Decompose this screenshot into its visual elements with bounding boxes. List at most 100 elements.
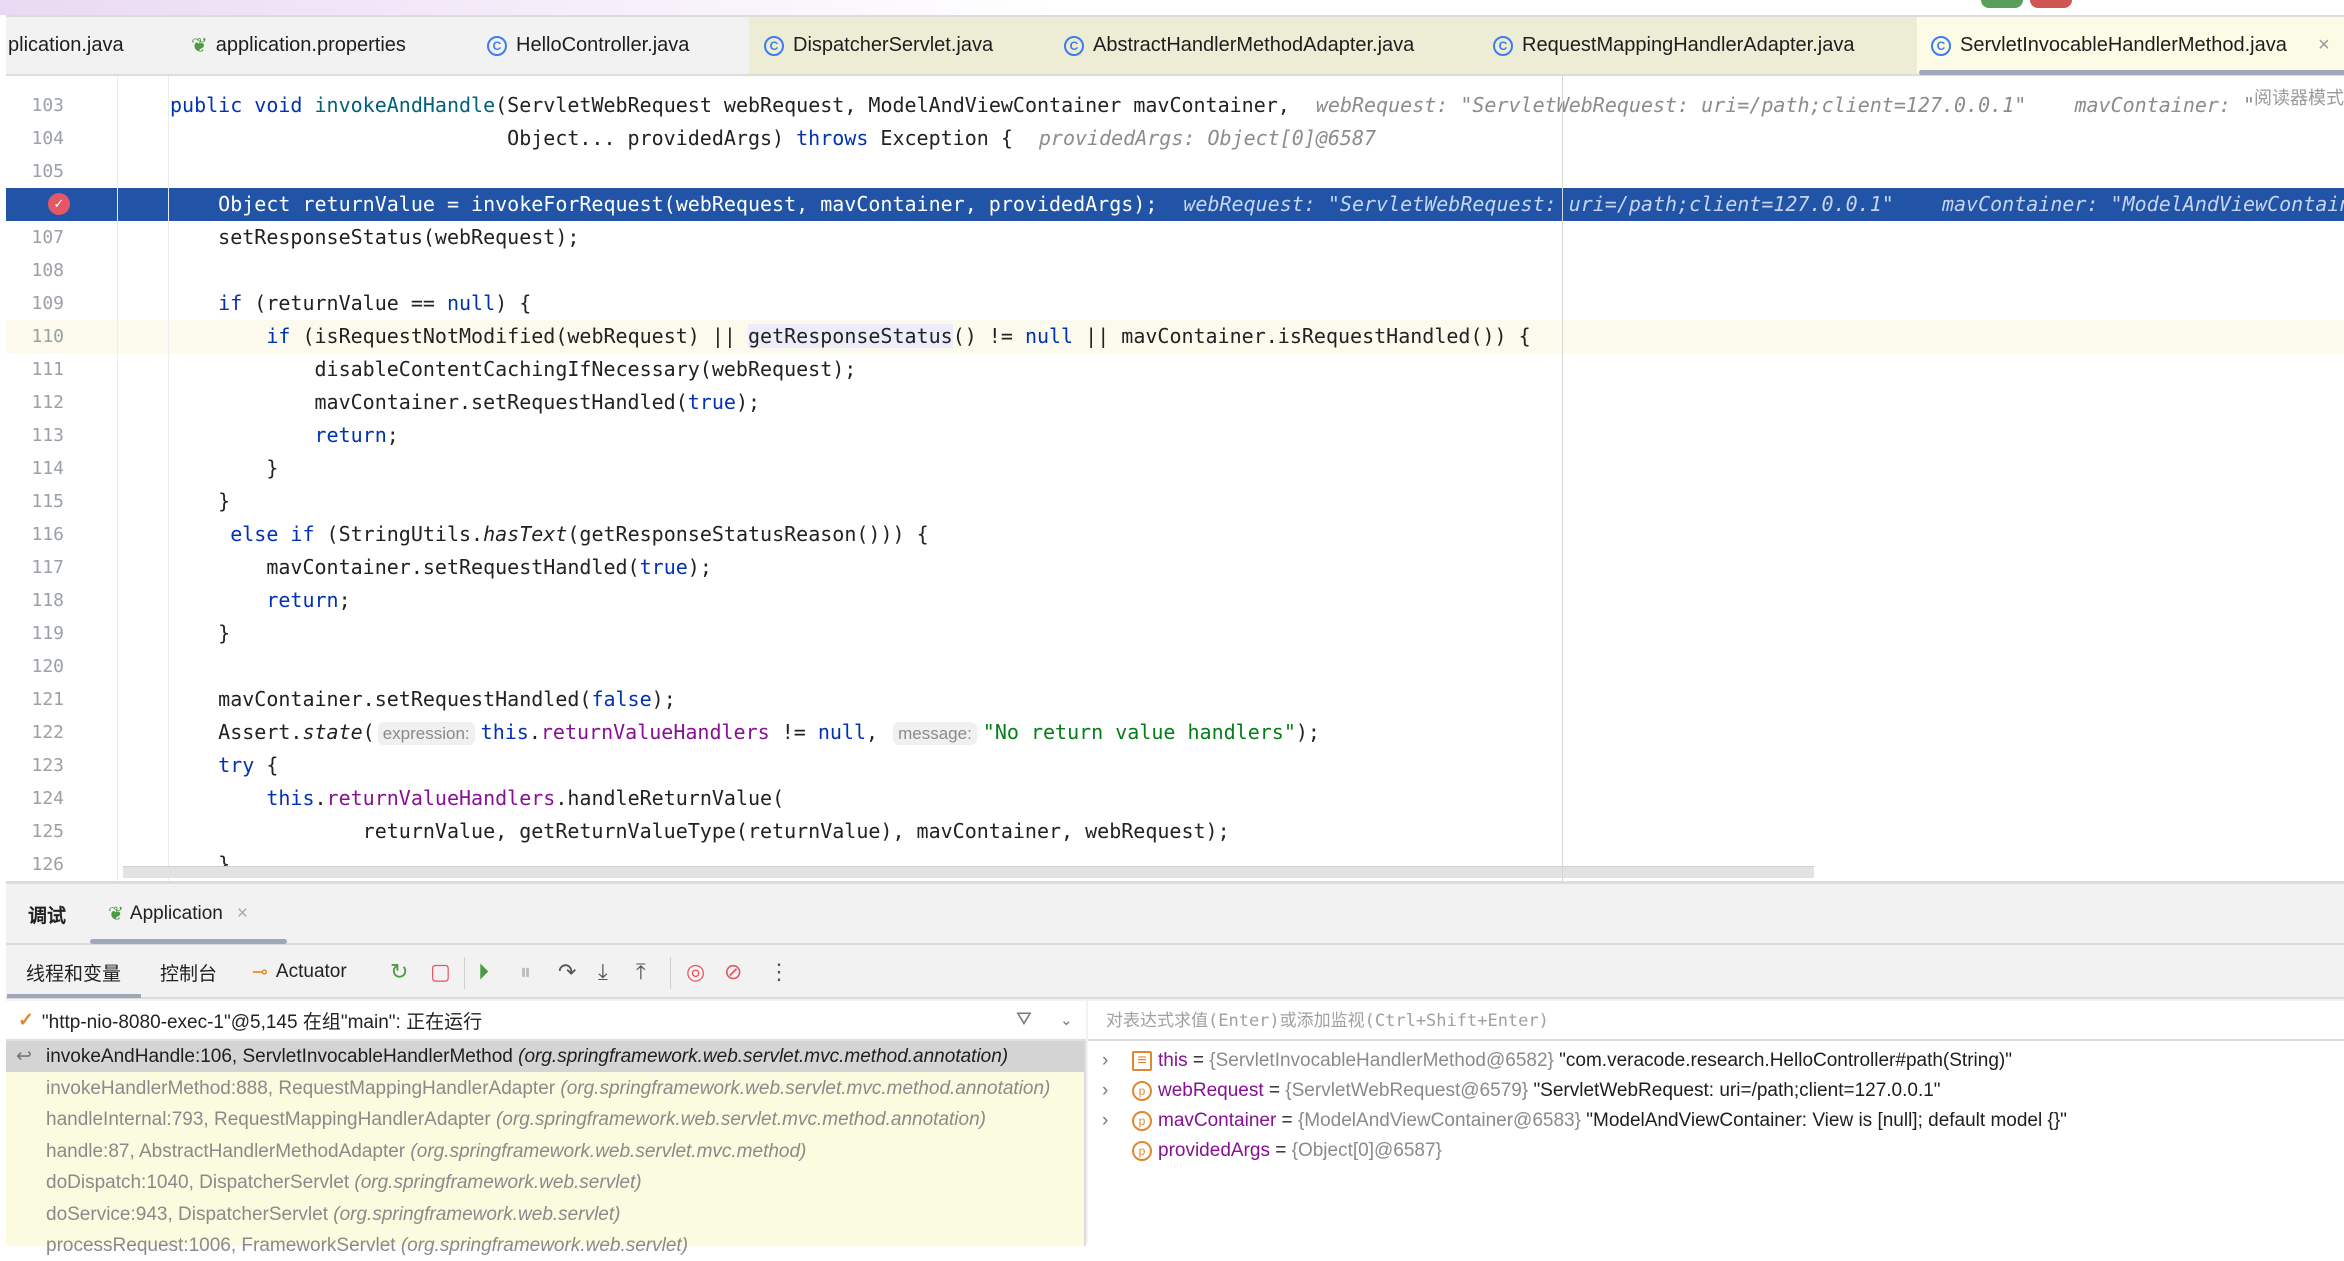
code-token: disableContentCachingIfNecessary(webRequ…	[170, 357, 857, 381]
line-number[interactable]: 120	[6, 650, 64, 683]
chevron-right-icon[interactable]: ›	[1102, 1076, 1108, 1106]
line-number[interactable]: 104	[6, 122, 64, 155]
tab-dispatcher-servlet[interactable]: C DispatcherServlet.java	[764, 17, 993, 74]
line-number[interactable]: 114	[6, 452, 64, 485]
step-into-icon[interactable]: ⤓	[598, 959, 608, 985]
code-line: 117 mavContainer.setRequestHandled(true)…	[6, 551, 2344, 584]
code-token: (getResponseStatusReason())) {	[567, 522, 929, 546]
tab-application-java[interactable]: plication.java	[8, 17, 124, 74]
stop-button[interactable]	[2030, 0, 2072, 8]
line-number[interactable]: 118	[6, 584, 64, 617]
stack-frame[interactable]: handle:87, AbstractHandlerMethodAdapter …	[6, 1136, 1084, 1167]
close-icon[interactable]: ×	[237, 903, 248, 925]
rerun-icon[interactable]: ↻	[390, 959, 408, 985]
line-number[interactable]: 112	[6, 386, 64, 419]
session-tab-application[interactable]: ❦ Application ×	[108, 889, 248, 939]
line-number[interactable]: 115	[6, 485, 64, 518]
fold-divider	[168, 76, 169, 881]
mute-breakpoints-icon[interactable]: ⊘	[724, 959, 742, 985]
stop-icon[interactable]: ▢	[430, 959, 451, 985]
step-over-icon[interactable]: ↷	[558, 959, 576, 985]
code-line: 109 if (returnValue == null) {	[6, 287, 2344, 320]
tab-request-mapping-handler-adapter[interactable]: C RequestMappingHandlerAdapter.java	[1493, 17, 1854, 74]
tab-threads-variables[interactable]: 线程和变量	[26, 947, 121, 997]
code-token: (returnValue ==	[242, 291, 447, 315]
code-text: disableContentCachingIfNecessary(webRequ…	[170, 353, 856, 386]
code-token: ,	[866, 720, 891, 744]
code-token: );	[651, 687, 676, 711]
tab-label: Actuator	[275, 961, 347, 982]
variables-panel: 对表达式求值(Enter)或添加监视(Ctrl+Shift+Enter) › ≡ t…	[1088, 1001, 2344, 1246]
actuator-icon: ⊸	[252, 961, 268, 983]
line-number[interactable]: 116	[6, 518, 64, 551]
reader-mode-button[interactable]: 阅读器模式	[2254, 84, 2344, 110]
line-number[interactable]: 119	[6, 617, 64, 650]
pause-icon[interactable]: ⏸	[520, 959, 531, 985]
code-editor[interactable]: 103 public void invokeAndHandle(ServletWe…	[6, 76, 2344, 881]
filter-icon[interactable]: ⛛	[1016, 1009, 1032, 1031]
line-number[interactable]: 124	[6, 782, 64, 815]
code-token: this	[480, 720, 529, 744]
run-button[interactable]	[1981, 0, 2023, 8]
stack-frame[interactable]: doService:943, DispatcherServlet (org.sp…	[6, 1199, 1084, 1230]
code-text: setResponseStatus(webRequest);	[170, 221, 579, 254]
line-number[interactable]: 108	[6, 254, 64, 287]
view-breakpoints-icon[interactable]: ◎	[686, 959, 705, 985]
step-out-icon[interactable]: ⤒	[636, 959, 646, 985]
line-number[interactable]: 110	[6, 320, 64, 353]
tab-console[interactable]: 控制台	[160, 947, 217, 997]
stack-frame[interactable]: processRequest:1006, FrameworkServlet (o…	[6, 1230, 1084, 1261]
code-line: 108	[6, 254, 2344, 287]
code-text: }	[170, 452, 278, 485]
line-number[interactable]: 103	[6, 89, 64, 122]
stack-frame[interactable]: ↩ invokeAndHandle:106, ServletInvocableH…	[6, 1041, 1084, 1072]
more-icon[interactable]: ⋮	[768, 959, 790, 985]
chevron-right-icon[interactable]: ›	[1102, 1046, 1108, 1076]
line-number[interactable]: 126	[6, 848, 64, 881]
code-text: try {	[170, 749, 278, 782]
stack-frame[interactable]: invokeHandlerMethod:888, RequestMappingH…	[6, 1073, 1084, 1104]
code-token: return	[266, 588, 339, 612]
line-number[interactable]: 121	[6, 683, 64, 716]
tab-hello-controller[interactable]: C HelloController.java	[487, 17, 689, 74]
chevron-down-icon[interactable]: ⌄	[1060, 1011, 1073, 1029]
line-number[interactable]: 105	[6, 155, 64, 188]
evaluate-expression-input[interactable]: 对表达式求值(Enter)或添加监视(Ctrl+Shift+Enter)	[1088, 1001, 2344, 1041]
code-token: (ServletWebRequest webRequest, ModelAndV…	[495, 93, 1290, 117]
gutter-divider	[117, 76, 118, 881]
class-icon: C	[487, 35, 507, 56]
close-icon: ×	[2318, 34, 2330, 56]
breakpoint-icon[interactable]: ✓	[48, 193, 70, 215]
tab-application-properties[interactable]: ❦ application.properties	[191, 17, 406, 74]
line-number[interactable]: 123	[6, 749, 64, 782]
stack-frame[interactable]: handleInternal:793, RequestMappingHandle…	[6, 1104, 1084, 1135]
code-token: (isRequestNotModified(webRequest) ||	[290, 324, 748, 348]
line-number[interactable]: 109	[6, 287, 64, 320]
line-number[interactable]: 122	[6, 716, 64, 749]
thread-selector[interactable]: ✓ "http-nio-8080-exec-1"@5,145 在组"main":…	[6, 1001, 1086, 1041]
class-icon: C	[1493, 35, 1513, 56]
line-number[interactable]: 125	[6, 815, 64, 848]
code-token: Exception {	[868, 126, 1013, 150]
tab-actuator[interactable]: ⊸ Actuator	[252, 947, 347, 997]
variable-value: "ServletWebRequest: uri=/path;client=127…	[1533, 1080, 1941, 1101]
chevron-right-icon[interactable]: ›	[1102, 1106, 1108, 1136]
stack-frame[interactable]: doDispatch:1040, DispatcherServlet (org.…	[6, 1167, 1084, 1198]
code-token: .	[314, 786, 327, 810]
code-token: null	[446, 291, 496, 315]
tab-close-button[interactable]: ×	[2318, 17, 2330, 74]
tab-servlet-invocable-handler-method[interactable]: C ServletInvocableHandlerMethod.java	[1931, 17, 2287, 74]
line-number[interactable]: 117	[6, 551, 64, 584]
variable-value: "ModelAndViewContainer: View is [null]; …	[1586, 1110, 2067, 1131]
tab-abstract-handler-method-adapter[interactable]: C AbstractHandlerMethodAdapter.java	[1064, 17, 1414, 74]
line-number[interactable]: 111	[6, 353, 64, 386]
line-number[interactable]: 107	[6, 221, 64, 254]
code-token: }	[170, 456, 279, 480]
code-text: if (isRequestNotModified(webRequest) || …	[170, 320, 1531, 353]
variable-name: mavContainer	[1158, 1110, 1277, 1131]
line-number[interactable]: 113	[6, 419, 64, 452]
editor-tab-bar: plication.java ❦ application.properties C…	[6, 15, 2344, 76]
horizontal-scrollbar[interactable]	[123, 866, 1814, 878]
resume-icon[interactable]: ⏵	[478, 959, 489, 985]
